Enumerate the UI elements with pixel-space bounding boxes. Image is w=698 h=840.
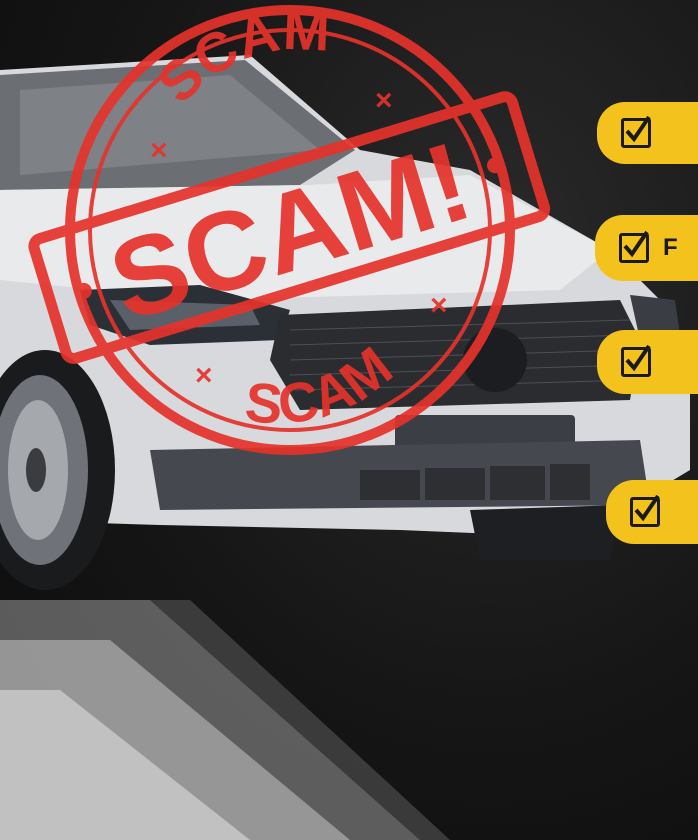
- stamp-arc-bottom-text: SCAM: [243, 334, 404, 436]
- checklist-item: [597, 102, 698, 164]
- svg-text:×: ×: [150, 134, 168, 167]
- svg-text:×: ×: [430, 289, 448, 322]
- checklist-item-label: F: [663, 234, 678, 261]
- checklist-item: [597, 330, 698, 394]
- checklist-item: F: [595, 215, 698, 281]
- svg-text:×: ×: [375, 84, 393, 117]
- checkbox-check-icon: [619, 230, 649, 263]
- checkbox-check-icon: [621, 115, 651, 148]
- svg-text:×: ×: [195, 359, 213, 392]
- checklist-item: [606, 480, 698, 544]
- checkbox-check-icon: [630, 494, 660, 527]
- scam-stamp: SCAM SCAM × × × × SCAM!: [28, 0, 551, 455]
- stamp-arc-top-text: SCAM: [145, 0, 331, 115]
- checkbox-check-icon: [621, 344, 651, 377]
